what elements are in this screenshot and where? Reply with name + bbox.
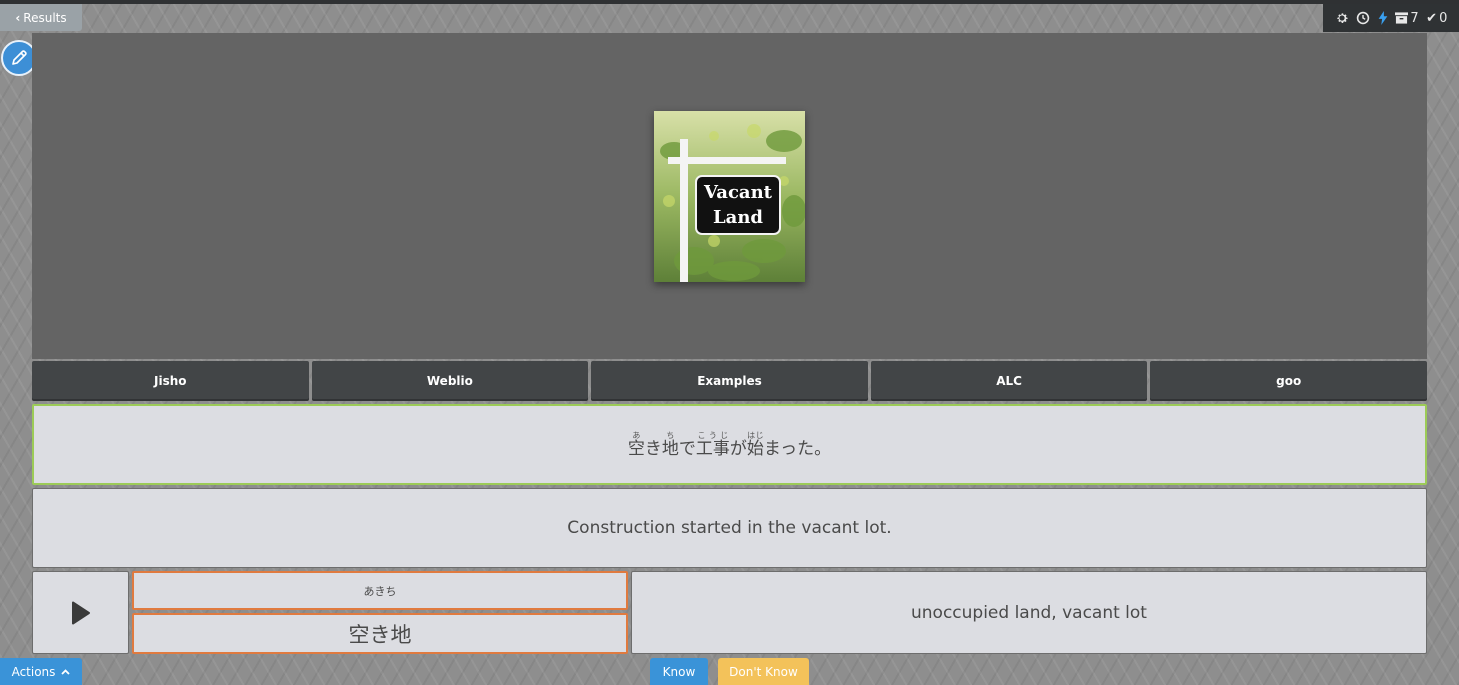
sentence-segment: 始はじ xyxy=(746,430,764,459)
sentence-segment: 地ち xyxy=(661,430,679,459)
review-count-value: 7 xyxy=(1410,10,1419,26)
furigana: ち xyxy=(661,430,679,440)
chevron-up-icon xyxy=(61,668,71,675)
example-sentence-japanese: 空あき地ちで工事こうじが始はじまった。 xyxy=(32,404,1427,485)
play-audio-button[interactable] xyxy=(32,571,129,654)
sentence-segment: で xyxy=(678,438,696,459)
correct-count-value: 0 xyxy=(1439,10,1448,26)
dictionary-weblio-button[interactable]: Weblio xyxy=(311,361,589,401)
top-edge-bar xyxy=(0,0,1459,4)
word-text: 空き地 xyxy=(348,622,412,647)
inbox-icon xyxy=(1395,12,1409,24)
dictionary-links: Jisho Weblio Examples ALC goo xyxy=(32,361,1427,401)
dictionary-examples-button[interactable]: Examples xyxy=(591,361,868,401)
image-sign-text: Vacant xyxy=(703,182,773,203)
furigana: はじ xyxy=(746,430,764,440)
sentence-segment: が xyxy=(729,438,747,459)
sentence-segment: まった。 xyxy=(763,438,832,459)
sentence-segment: き xyxy=(644,438,662,459)
svg-text:Land: Land xyxy=(713,207,763,228)
sentence-english-text: Construction started in the vacant lot. xyxy=(567,518,892,538)
word-reading: あきち xyxy=(132,571,628,610)
chevron-left-icon: ‹ xyxy=(15,10,21,25)
check-icon: ✔ xyxy=(1426,10,1438,26)
review-count[interactable]: 7 xyxy=(1395,10,1419,26)
meaning-text: unoccupied land, vacant lot xyxy=(911,602,1147,623)
actions-label: Actions xyxy=(11,664,56,679)
furigana: こうじ xyxy=(695,430,730,440)
results-label: Results xyxy=(23,10,67,25)
gear-icon[interactable] xyxy=(1335,11,1349,25)
card-image-panel: Vacant Land xyxy=(32,33,1427,359)
status-bar: 7 ✔ 0 xyxy=(1323,4,1459,32)
play-icon xyxy=(71,601,90,624)
sentence-japanese-text: 空あき地ちで工事こうじが始はじまった。 xyxy=(628,431,831,459)
word-meaning: unoccupied land, vacant lot xyxy=(631,571,1427,654)
clock-icon[interactable] xyxy=(1356,11,1370,25)
vocab-word: 空き地 xyxy=(132,613,628,654)
lightning-icon[interactable] xyxy=(1378,11,1388,25)
dont-know-button[interactable]: Don't Know xyxy=(718,658,809,685)
actions-button[interactable]: Actions xyxy=(0,658,82,685)
furigana: あ xyxy=(627,430,645,440)
dictionary-alc-button[interactable]: ALC xyxy=(870,361,1148,401)
example-sentence-english: Construction started in the vacant lot. xyxy=(32,488,1427,568)
results-button[interactable]: ‹ Results xyxy=(0,4,82,31)
sentence-segment: 工事こうじ xyxy=(695,430,730,459)
reading-text: あきち xyxy=(363,584,397,598)
pencil-icon xyxy=(12,50,27,65)
know-button[interactable]: Know xyxy=(650,658,708,685)
dictionary-goo-button[interactable]: goo xyxy=(1150,361,1427,401)
sentence-segment: 空あ xyxy=(627,430,645,459)
vacant-land-image: Vacant Land xyxy=(654,111,805,282)
correct-count[interactable]: ✔ 0 xyxy=(1426,11,1447,26)
dictionary-jisho-button[interactable]: Jisho xyxy=(32,361,309,401)
